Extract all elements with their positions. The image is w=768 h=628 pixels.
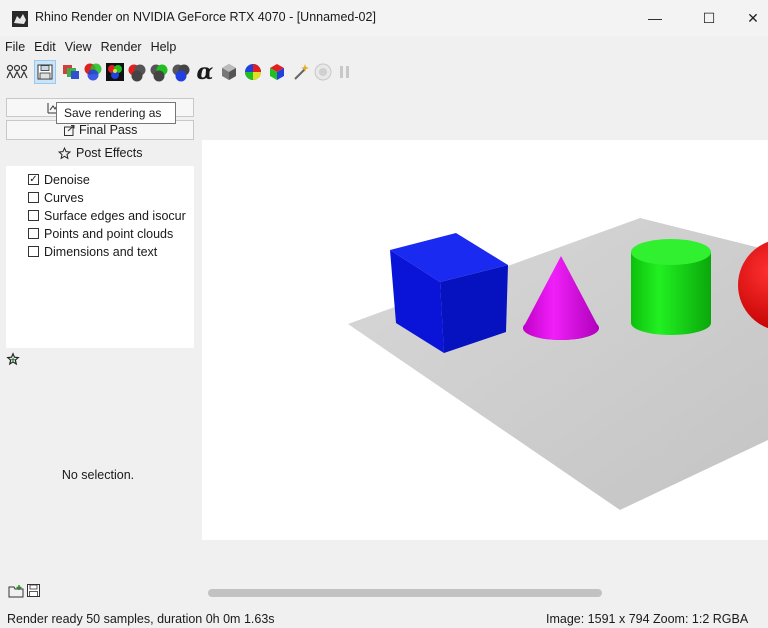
ao-icon[interactable] xyxy=(104,60,126,84)
channels-icon[interactable] xyxy=(6,60,28,84)
normal-icon[interactable] xyxy=(242,60,264,84)
save-icon[interactable] xyxy=(27,584,40,600)
blue-channel-icon[interactable] xyxy=(170,60,192,84)
status-image-info: Image: 1591 x 794 Zoom: 1:2 RGBA xyxy=(546,612,749,626)
denoise-checkbox[interactable]: ✓ xyxy=(28,174,39,185)
viewport-horizontal-scrollbar[interactable] xyxy=(208,589,602,597)
points-checkbox[interactable] xyxy=(28,228,39,239)
rhino-icon xyxy=(12,11,28,27)
dimensions-label: Dimensions and text xyxy=(44,245,158,259)
left-panel: Final Pass Post Effects ✓ Denoise Curves… xyxy=(0,92,196,606)
depth-icon[interactable] xyxy=(218,60,240,84)
window-title: Rhino Render on NVIDIA GeForce RTX 4070 … xyxy=(35,10,376,24)
curves-label: Curves xyxy=(44,191,84,205)
status-render-info: Render ready 50 samples, duration 0h 0m … xyxy=(7,612,275,626)
material-id-icon[interactable] xyxy=(266,60,288,84)
curves-checkbox[interactable] xyxy=(28,192,39,203)
menu-file[interactable]: File xyxy=(0,38,29,56)
save-rendering-tooltip: Save rendering as xyxy=(56,102,176,124)
menu-view[interactable]: View xyxy=(60,38,96,56)
dimensions-checkbox[interactable] xyxy=(28,246,39,257)
rendered-image xyxy=(348,218,768,510)
post-effects-list: ✓ Denoise Curves Surface edges and isocu… xyxy=(6,166,194,348)
alpha-icon[interactable]: α xyxy=(194,59,216,85)
green-channel-icon[interactable] xyxy=(148,60,170,84)
magic-wand-icon[interactable] xyxy=(290,60,312,84)
color-channels-icon[interactable] xyxy=(82,60,104,84)
menu-bar: File Edit View Render Help xyxy=(0,38,180,56)
add-effect-icon[interactable] xyxy=(6,352,20,369)
stop-icon[interactable] xyxy=(312,60,334,84)
maximize-button[interactable]: ☐ xyxy=(686,0,732,36)
points-label: Points and point clouds xyxy=(44,227,174,241)
pause-icon[interactable] xyxy=(334,60,356,84)
render-viewport[interactable] xyxy=(202,140,768,540)
surface-edges-label: Surface edges and isocur xyxy=(44,209,186,223)
close-button[interactable]: ✕ xyxy=(730,0,768,36)
copy-image-icon[interactable] xyxy=(60,60,82,84)
save-rendering-icon[interactable] xyxy=(34,60,56,84)
open-folder-icon[interactable] xyxy=(8,584,24,601)
post-effects-label: Post Effects xyxy=(76,146,143,160)
surface-edges-checkbox[interactable] xyxy=(28,210,39,221)
post-effects-header[interactable]: Post Effects xyxy=(6,142,194,166)
star-icon xyxy=(58,147,71,160)
no-selection-text: No selection. xyxy=(61,468,135,482)
minimize-button[interactable]: — xyxy=(632,0,678,36)
green-cylinder xyxy=(631,239,711,335)
red-channel-icon[interactable] xyxy=(126,60,148,84)
final-pass-icon xyxy=(64,125,75,136)
menu-render[interactable]: Render xyxy=(96,38,146,56)
menu-help[interactable]: Help xyxy=(146,38,181,56)
menu-edit[interactable]: Edit xyxy=(29,38,60,56)
denoise-label: Denoise xyxy=(44,173,90,187)
